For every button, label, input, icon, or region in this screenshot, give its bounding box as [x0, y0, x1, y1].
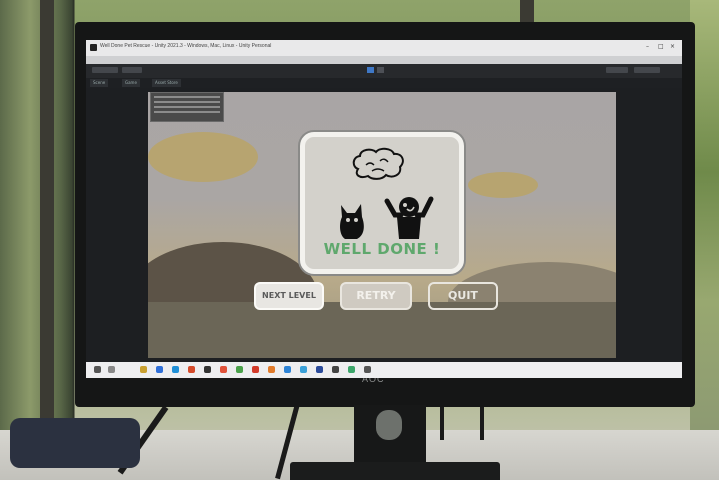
taskbar-app-icon[interactable]	[316, 366, 323, 373]
search-icon[interactable]	[108, 366, 115, 373]
taskbar-app-icon[interactable]	[300, 366, 307, 373]
ground	[148, 302, 616, 358]
game-view: WELL DONE ! NEXT LEVEL RETRY QUIT	[148, 92, 616, 358]
tool-button[interactable]	[122, 67, 142, 73]
tool-button[interactable]	[92, 67, 118, 73]
start-icon[interactable]	[94, 366, 101, 373]
taskbar-app-icon[interactable]	[172, 366, 179, 373]
stand-cutout	[376, 410, 402, 440]
brain-icon	[352, 147, 404, 180]
taskbar-app-icon[interactable]	[236, 366, 243, 373]
stats-overlay	[150, 92, 224, 122]
taskbar-app-icon[interactable]	[220, 366, 227, 373]
taskbar-app-icon[interactable]	[268, 366, 275, 373]
layout-dropdown[interactable]	[634, 67, 660, 73]
tab-scene[interactable]: Scene	[90, 79, 109, 87]
tab-asset-store[interactable]: Asset Store	[152, 79, 181, 87]
minimize-icon[interactable]: –	[646, 43, 649, 50]
editor-titlebar: Well Done Pet Rescue - Unity 2021.3 - Wi…	[86, 40, 682, 56]
taskbar-app-icon[interactable]	[284, 366, 291, 373]
taskbar-app-icon[interactable]	[204, 366, 211, 373]
desk-device	[10, 418, 140, 468]
taskbar-app-icon[interactable]	[364, 366, 371, 373]
pause-icon[interactable]	[377, 67, 384, 73]
happy-face-icon	[384, 196, 434, 239]
cat-icon	[340, 204, 364, 239]
monitor-base	[290, 462, 500, 480]
taskbar-app-icon[interactable]	[332, 366, 339, 373]
maximize-icon[interactable]: □	[658, 43, 664, 50]
layers-dropdown[interactable]	[606, 67, 628, 73]
monitor-screen: Well Done Pet Rescue - Unity 2021.3 - Wi…	[86, 40, 682, 378]
window-frame	[40, 0, 54, 430]
taskbar-app-icon[interactable]	[188, 366, 195, 373]
menu-bar: File Edit Assets GameObject Component Jo…	[86, 56, 682, 72]
result-panel: WELL DONE !	[300, 132, 464, 274]
well-done-title: WELL DONE !	[323, 240, 441, 258]
unity-icon	[90, 44, 97, 51]
cloud	[148, 132, 258, 182]
taskbar-app-icon[interactable]	[140, 366, 147, 373]
quit-button[interactable]: QUIT	[428, 282, 498, 310]
next-level-button[interactable]: NEXT LEVEL	[254, 282, 324, 310]
window-title: Well Done Pet Rescue - Unity 2021.3 - Wi…	[100, 43, 272, 49]
taskbar-app-icon[interactable]	[348, 366, 355, 373]
retry-button[interactable]: RETRY	[340, 282, 412, 310]
play-icon[interactable]	[367, 67, 374, 73]
editor-toolbar	[86, 64, 682, 78]
close-icon[interactable]: ×	[670, 43, 675, 50]
cloud	[468, 172, 538, 198]
tab-game[interactable]: Game	[122, 79, 140, 87]
taskbar-app-icon[interactable]	[252, 366, 259, 373]
taskbar-app-icon[interactable]	[156, 366, 163, 373]
